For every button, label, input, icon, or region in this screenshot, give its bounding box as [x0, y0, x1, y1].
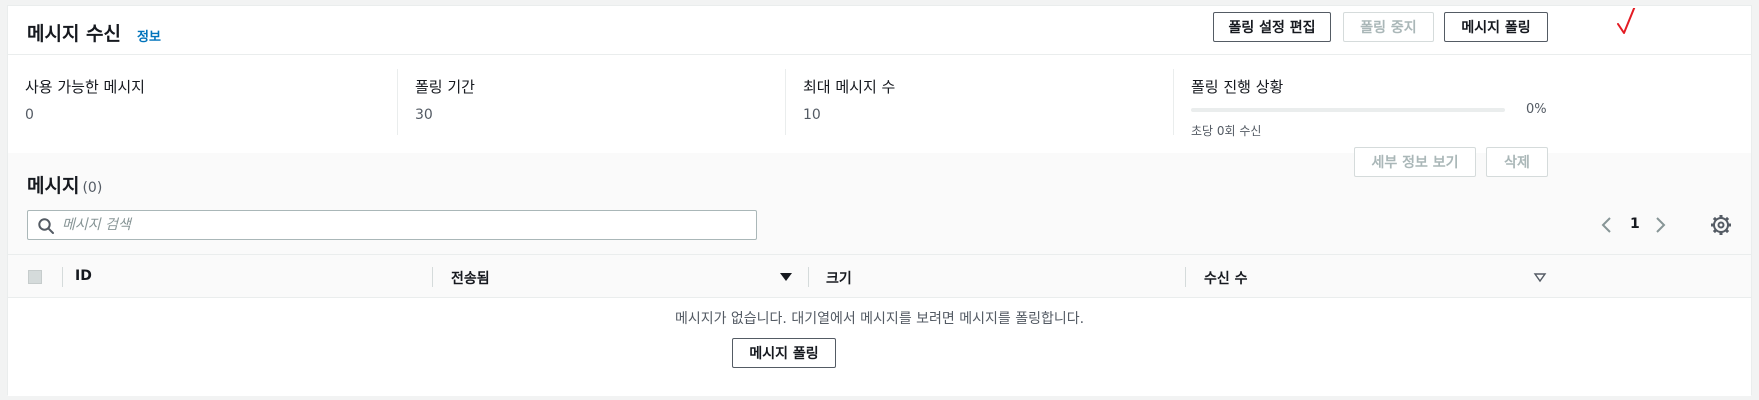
- stop-polling-button[interactable]: 폴링 중지: [1343, 12, 1434, 42]
- view-details-button[interactable]: 세부 정보 보기: [1354, 147, 1476, 177]
- progress-percent: 0%: [1526, 102, 1547, 117]
- section-title: 메시지 수신: [27, 23, 122, 45]
- poll-messages-button[interactable]: 메시지 폴링: [1444, 12, 1548, 42]
- stat-value: 10: [803, 107, 821, 123]
- stat-max-messages: 최대 메시지 수 10: [785, 55, 1174, 153]
- stat-available-messages: 사용 가능한 메시지 0: [8, 55, 397, 153]
- stat-value: 30: [415, 107, 433, 123]
- column-header-receive-count[interactable]: 수신 수: [1204, 268, 1248, 288]
- sort-down-icon[interactable]: [1533, 271, 1547, 285]
- column-header-id[interactable]: ID: [75, 268, 92, 284]
- receive-messages-panel: 메시지 수신 정보 폴링 설정 편집 폴링 중지 메시지 폴링 사용 가능한 메…: [7, 5, 1752, 396]
- search-icon: [38, 218, 54, 234]
- stat-label: 폴링 기간: [415, 78, 475, 96]
- stat-label: 폴링 진행 상황: [1191, 78, 1284, 96]
- messages-title-text: 메시지: [27, 175, 80, 197]
- messages-section: 메시지(0) 세부 정보 보기 삭제 1: [8, 147, 1751, 396]
- checkmark-icon: [1617, 8, 1636, 34]
- table-body: 메시지가 없습니다. 대기열에서 메시지를 보려면 메시지를 폴링합니다. 메시…: [8, 298, 1751, 396]
- gear-icon[interactable]: [1709, 213, 1733, 237]
- messages-count: (0): [82, 180, 103, 196]
- column-separator: [1185, 267, 1186, 287]
- table-header: ID 전송됨 크기 수신 수: [8, 254, 1751, 298]
- divider: [397, 69, 398, 135]
- page-number[interactable]: 1: [1630, 216, 1640, 232]
- receive-messages-header: 메시지 수신 정보 폴링 설정 편집 폴링 중지 메시지 폴링: [8, 6, 1751, 55]
- sort-down-icon[interactable]: [779, 270, 793, 284]
- chevron-right-icon[interactable]: [1650, 213, 1670, 237]
- divider: [1173, 69, 1174, 135]
- column-separator: [62, 267, 63, 287]
- column-separator: [432, 267, 433, 287]
- stat-label: 사용 가능한 메시지: [25, 78, 145, 96]
- divider: [785, 69, 786, 135]
- progress-caption: 초당 0회 수신: [1191, 124, 1262, 138]
- select-all-checkbox[interactable]: [28, 270, 42, 284]
- polling-stats: 사용 가능한 메시지 0 폴링 기간 30 최대 메시지 수 10 폴링 진행 …: [8, 55, 1751, 153]
- edit-polling-settings-button[interactable]: 폴링 설정 편집: [1213, 12, 1331, 42]
- progress-bar: [1191, 108, 1505, 112]
- search-box: [27, 210, 757, 240]
- stat-label: 최대 메시지 수: [803, 78, 896, 96]
- column-header-sent[interactable]: 전송됨: [451, 268, 490, 288]
- delete-button[interactable]: 삭제: [1486, 147, 1548, 177]
- messages-title: 메시지 (0): [27, 171, 102, 198]
- stat-polling-duration: 폴링 기간 30: [397, 55, 786, 153]
- search-input[interactable]: [62, 214, 742, 236]
- column-separator: [808, 267, 809, 287]
- empty-state-text: 메시지가 없습니다. 대기열에서 메시지를 보려면 메시지를 폴링합니다.: [674, 311, 1085, 327]
- column-header-size[interactable]: 크기: [826, 268, 852, 288]
- chevron-left-icon[interactable]: [1597, 213, 1617, 237]
- info-link[interactable]: 정보: [137, 26, 161, 45]
- stat-value: 0: [25, 107, 34, 123]
- empty-poll-messages-button[interactable]: 메시지 폴링: [732, 338, 836, 368]
- stat-polling-progress: 폴링 진행 상황 0% 초당 0회 수신: [1173, 55, 1753, 153]
